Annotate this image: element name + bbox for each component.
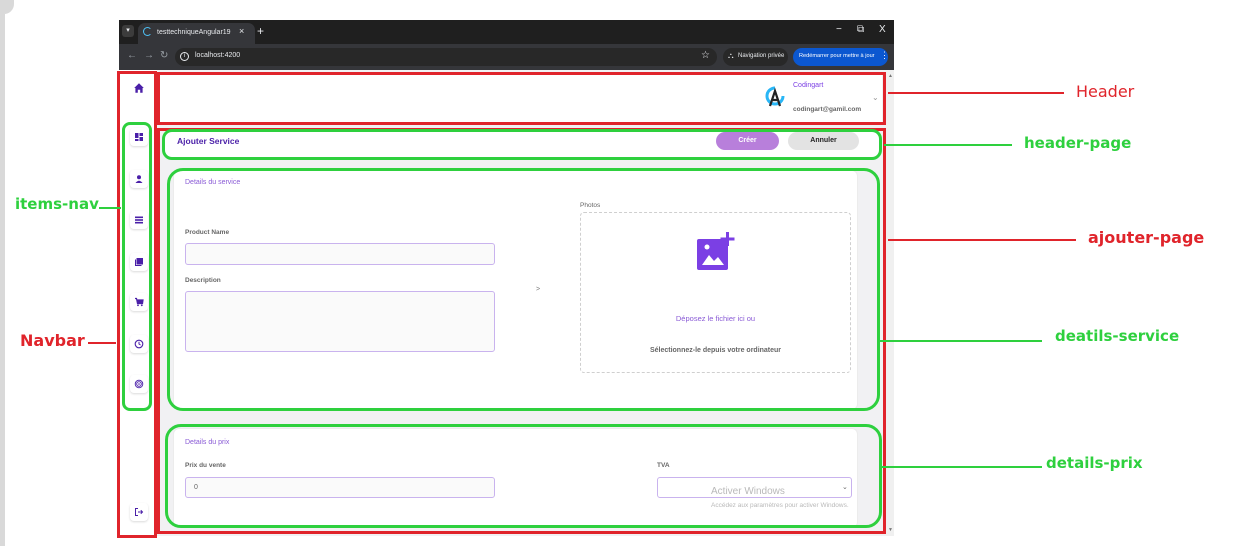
details-prix-annotation: details-prix	[1046, 454, 1143, 472]
tab-search-button[interactable]: ▾	[122, 25, 134, 37]
ajouter-page-pointer	[888, 239, 1076, 241]
minimize-button[interactable]: −	[836, 24, 842, 35]
details-prix-pointer	[882, 466, 1042, 468]
header-page-annotation: header-page	[1024, 134, 1132, 152]
window-corner	[0, 0, 14, 14]
tab-loading-icon	[143, 27, 152, 36]
site-info-icon[interactable]: i	[180, 52, 189, 61]
items-nav-annotation: items-nav	[15, 195, 99, 213]
header-page-outline	[162, 129, 882, 160]
back-icon[interactable]: ←	[127, 50, 137, 61]
header-annotation: Header	[1076, 82, 1135, 101]
browser-tab[interactable]: testtechniqueAngular19	[138, 23, 255, 44]
close-window-button[interactable]: X	[879, 24, 886, 35]
navbar-pointer	[88, 342, 116, 344]
forward-icon[interactable]: →	[144, 50, 154, 61]
items-nav-outline	[122, 122, 152, 411]
header-outline	[157, 72, 886, 125]
details-service-outline	[167, 168, 880, 411]
restore-button[interactable]: ⧉	[857, 24, 864, 35]
header-page-pointer	[884, 144, 1012, 146]
window-edge	[0, 14, 5, 546]
reload-icon[interactable]: ↻	[160, 50, 168, 61]
details-prix-outline	[165, 424, 882, 528]
relaunch-button[interactable]: Redémarrer pour mettre à jour	[793, 48, 888, 66]
details-service-pointer	[880, 340, 1042, 342]
address-bar[interactable]: localhost:4200	[175, 48, 717, 66]
tab-close-icon[interactable]: ×	[239, 26, 244, 36]
navbar-annotation: Navbar	[20, 331, 85, 350]
ajouter-page-annotation: ajouter-page	[1088, 228, 1205, 247]
new-tab-button[interactable]: +	[257, 24, 264, 38]
header-pointer	[888, 92, 1064, 94]
scroll-up-icon[interactable]: ▲	[888, 73, 893, 79]
browser-menu-icon[interactable]: ⋮	[880, 50, 889, 61]
bookmark-star-icon[interactable]: ☆	[701, 50, 710, 61]
incognito-icon: ⛬	[728, 51, 734, 60]
scroll-down-icon[interactable]: ▼	[888, 527, 893, 533]
items-nav-pointer	[99, 207, 121, 209]
details-service-annotation: deatils-service	[1055, 327, 1180, 345]
